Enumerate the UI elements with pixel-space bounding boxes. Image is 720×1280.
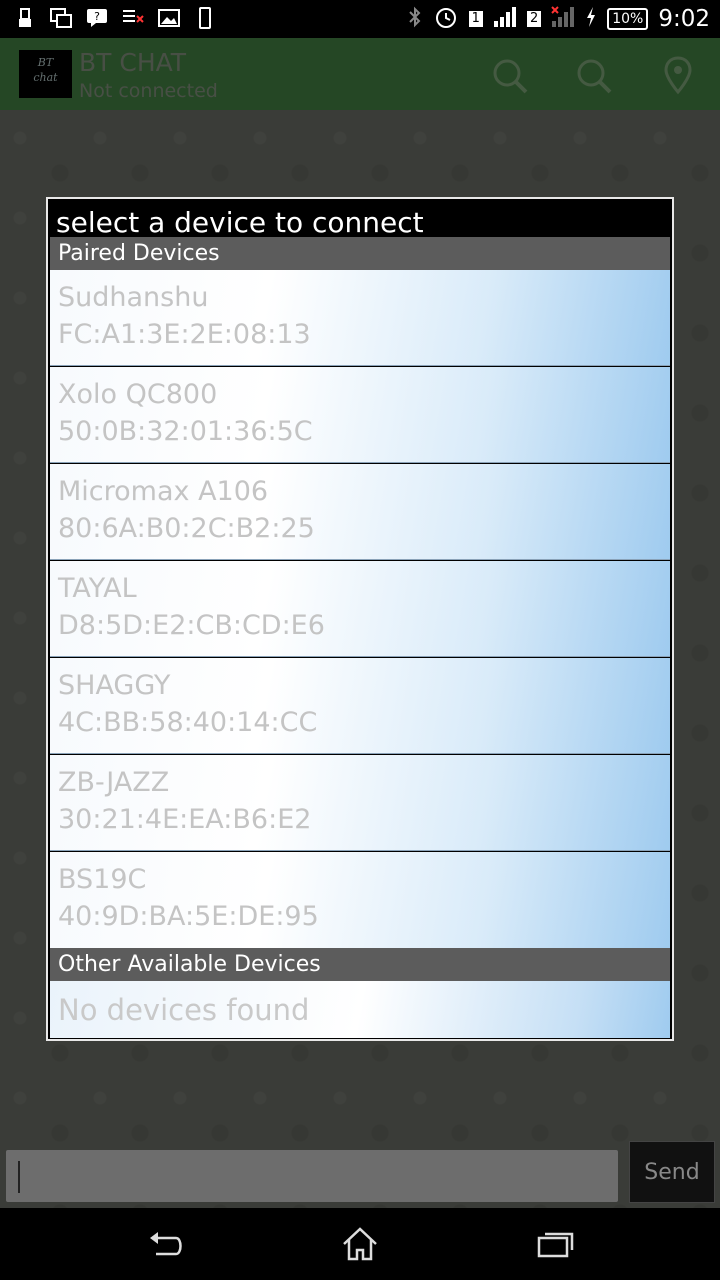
device-name: BS19C (58, 864, 147, 895)
paired-device-item[interactable]: BS19C 40:9D:BA:5E:DE:95 (50, 852, 670, 948)
message-input[interactable] (6, 1150, 618, 1202)
status-bar: ? 1 2 10% 9:02 (0, 0, 720, 38)
charging-icon (585, 6, 597, 32)
no-devices-label: No devices found (58, 993, 310, 1027)
image-icon (158, 5, 180, 31)
device-address: 40:9D:BA:5E:DE:95 (58, 901, 319, 932)
device-name: Micromax A106 (58, 476, 269, 507)
device-name: Sudhanshu (58, 282, 209, 313)
paired-device-item[interactable]: SHAGGY 4C:BB:58:40:14:CC (50, 658, 670, 754)
no-signal-icon (551, 6, 575, 32)
phone-icon (194, 5, 216, 31)
paired-device-item[interactable]: Sudhanshu FC:A1:3E:2E:08:13 (50, 270, 670, 366)
device-address: 30:21:4E:EA:B6:E2 (58, 804, 312, 835)
navigation-bar (0, 1208, 720, 1280)
device-name: SHAGGY (58, 670, 171, 701)
device-address: 80:6A:B0:2C:B2:25 (58, 513, 315, 544)
svg-text:?: ? (94, 10, 100, 23)
device-address: 4C:BB:58:40:14:CC (58, 707, 318, 738)
screenshot-icon (50, 5, 72, 31)
list-icon (122, 5, 144, 31)
alarm-icon (433, 4, 459, 34)
text-cursor (18, 1161, 20, 1193)
sim1-badge: 1 (468, 11, 483, 27)
paired-device-item[interactable]: Xolo QC800 50:0B:32:01:36:5C (50, 367, 670, 463)
device-name: Xolo QC800 (58, 379, 218, 410)
paired-device-item[interactable]: Micromax A106 80:6A:B0:2C:B2:25 (50, 464, 670, 560)
device-address: FC:A1:3E:2E:08:13 (58, 319, 311, 350)
device-address: D8:5D:E2:CB:CD:E6 (58, 610, 325, 641)
paired-device-item[interactable]: ZB-JAZZ 30:21:4E:EA:B6:E2 (50, 755, 670, 851)
message-icon: ? (86, 5, 108, 31)
recents-icon[interactable] (536, 1226, 576, 1262)
dialog-title: select a device to connect (48, 199, 672, 239)
battery-level: 10% (607, 8, 649, 30)
back-icon[interactable] (146, 1226, 186, 1262)
device-name: TAYAL (58, 573, 137, 604)
clock: 9:02 (658, 6, 710, 32)
paired-devices-header: Paired Devices (50, 237, 670, 270)
sim2-badge: 2 (526, 11, 542, 27)
send-button[interactable]: Send (629, 1141, 715, 1203)
other-devices-header: Other Available Devices (50, 948, 670, 981)
screen: ? 1 2 10% 9:02 BT chat BT CHAT Not conne… (0, 0, 720, 1280)
home-icon[interactable] (340, 1226, 380, 1262)
usb-icon (14, 5, 36, 31)
device-list-dialog: select a device to connect Paired Device… (46, 197, 674, 1041)
signal-icon (493, 6, 517, 32)
device-address: 50:0B:32:01:36:5C (58, 416, 313, 447)
bluetooth-icon (407, 5, 423, 33)
no-devices-item: No devices found (50, 981, 670, 1038)
device-name: ZB-JAZZ (58, 767, 170, 798)
paired-device-item[interactable]: TAYAL D8:5D:E2:CB:CD:E6 (50, 561, 670, 657)
